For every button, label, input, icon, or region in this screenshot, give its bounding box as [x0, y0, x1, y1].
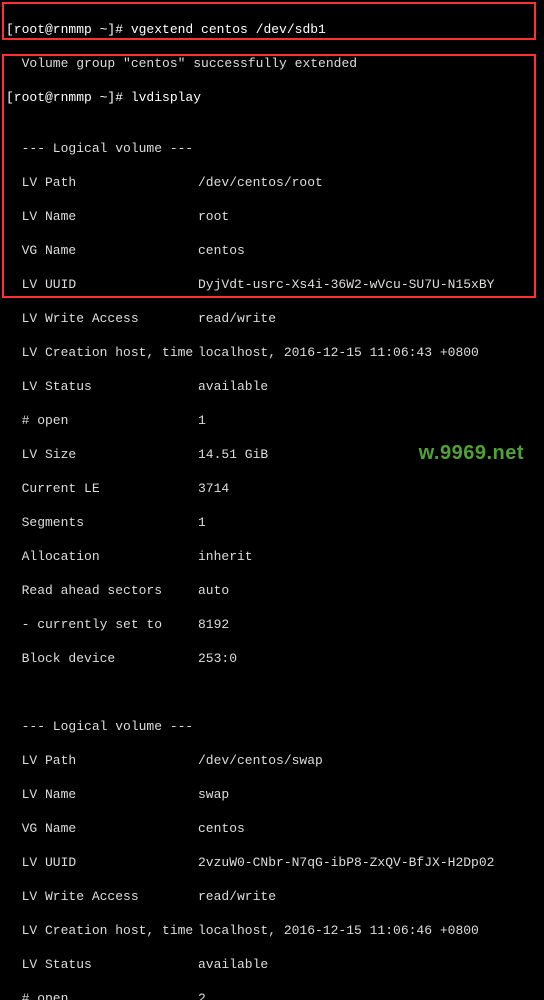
command-text: lvdisplay — [131, 90, 201, 105]
lv2-vg: VG Namecentos — [6, 820, 538, 837]
lv1-creation: LV Creation host, timelocalhost, 2016-12… — [6, 344, 538, 361]
lv1-current-le: Current LE3714 — [6, 480, 538, 497]
lv1-vg: VG Namecentos — [6, 242, 538, 259]
cmd1-output: Volume group "centos" successfully exten… — [6, 55, 538, 72]
lv2-uuid: LV UUID2vzuW0-CNbr-N7qG-ibP8-ZxQV-BfJX-H… — [6, 854, 538, 871]
lv2-creation: LV Creation host, timelocalhost, 2016-12… — [6, 922, 538, 939]
prompt: [root@rnmmp ~]# — [6, 22, 131, 37]
lv2-name: LV Nameswap — [6, 786, 538, 803]
lv1-uuid: LV UUIDDyjVdt-usrc-Xs4i-36W2-wVcu-SU7U-N… — [6, 276, 538, 293]
lv2-status: LV Statusavailable — [6, 956, 538, 973]
lv1-segments: Segments1 — [6, 514, 538, 531]
lv1-currently-set: - currently set to8192 — [6, 616, 538, 633]
command-text: vgextend centos /dev/sdb1 — [131, 22, 326, 37]
lv1-status: LV Statusavailable — [6, 378, 538, 395]
watermark-text: w.9969.net — [419, 442, 524, 465]
lv2-header: --- Logical volume --- — [6, 718, 538, 735]
prompt: [root@rnmmp ~]# — [6, 90, 131, 105]
lv1-name: LV Nameroot — [6, 208, 538, 225]
lv2-write-access: LV Write Accessread/write — [6, 888, 538, 905]
terminal-output: [root@rnmmp ~]# vgextend centos /dev/sdb… — [0, 0, 544, 1000]
lv2-open: # open2 — [6, 990, 538, 1000]
lv1-header: --- Logical volume --- — [6, 140, 538, 157]
lv1-block-device: Block device253:0 — [6, 650, 538, 667]
command-line-2: [root@rnmmp ~]# lvdisplay — [6, 89, 538, 106]
lv1-read-ahead: Read ahead sectorsauto — [6, 582, 538, 599]
lv2-path: LV Path/dev/centos/swap — [6, 752, 538, 769]
blank-line — [6, 684, 538, 701]
lv1-allocation: Allocationinherit — [6, 548, 538, 565]
command-line-1: [root@rnmmp ~]# vgextend centos /dev/sdb… — [6, 21, 538, 38]
lv1-write-access: LV Write Accessread/write — [6, 310, 538, 327]
lv1-path: LV Path/dev/centos/root — [6, 174, 538, 191]
lv1-open: # open1 — [6, 412, 538, 429]
